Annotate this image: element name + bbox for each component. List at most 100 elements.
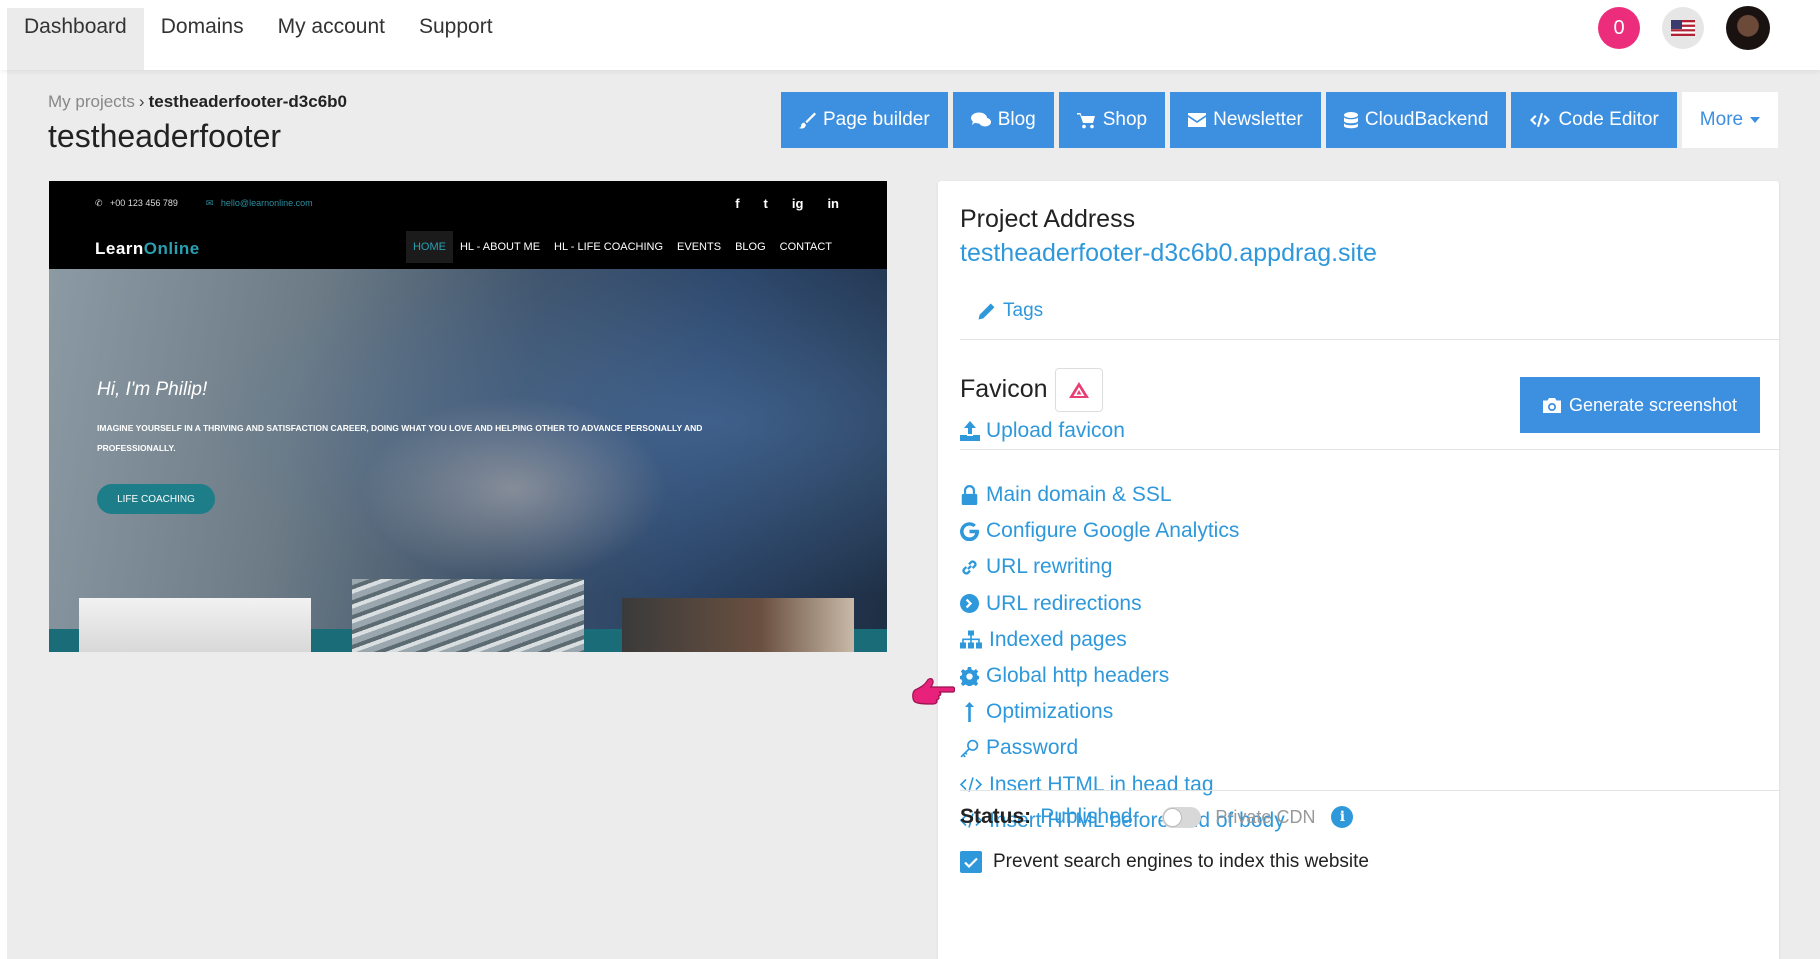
nav-tab-my-account[interactable]: My account — [261, 8, 402, 70]
prevent-indexing-checkbox[interactable] — [960, 851, 982, 873]
preview-menu-item: EVENTS — [677, 241, 722, 253]
favicon-preview — [1055, 368, 1103, 412]
database-icon — [1343, 111, 1358, 128]
info-icon[interactable]: i — [1331, 806, 1354, 828]
main-domain-ssl-link[interactable]: Main domain & SSL — [960, 477, 1285, 513]
preview-menu-item: HL - LIFE COACHING — [554, 241, 664, 253]
nav-tab-domains[interactable]: Domains — [144, 8, 261, 70]
password-link[interactable]: Password — [960, 730, 1285, 766]
project-toolbar: Page builder Blog Shop Newsletter CloudB… — [781, 92, 1779, 148]
page-builder-button[interactable]: Page builder — [781, 92, 948, 148]
instagram-icon: ig — [791, 196, 804, 211]
status-label: Status: — [960, 805, 1032, 828]
indexed-pages-link[interactable]: Indexed pages — [960, 622, 1285, 658]
preview-phone: ✆ +00 123 456 789 — [95, 198, 178, 208]
google-analytics-link[interactable]: Configure Google Analytics — [960, 513, 1285, 549]
camera-icon — [1542, 397, 1561, 413]
breadcrumb: My projects › testheaderfooter-d3c6b0 — [48, 92, 347, 112]
nav-tabs: Dashboard Domains My account Support — [7, 8, 510, 70]
preview-contact-bar: ✆ +00 123 456 789 ✉ hello@learnonline.co… — [95, 198, 313, 209]
preview-menu: HOME HL - ABOUT ME HL - LIFE COACHING EV… — [405, 231, 839, 263]
prevent-indexing-label: Prevent search engines to index this web… — [993, 851, 1369, 872]
optimizations-link[interactable]: Optimizations — [960, 694, 1285, 730]
nav-right: 0 — [1598, 6, 1770, 50]
gear-icon — [960, 666, 979, 686]
preview-social-icons: f t ig in — [735, 196, 839, 211]
divider — [960, 339, 1779, 340]
shop-button[interactable]: Shop — [1058, 92, 1166, 148]
status-row: Status: Published Private CDN i — [960, 805, 1354, 829]
url-redirections-link[interactable]: URL redirections — [960, 586, 1285, 622]
preview-hero-title: Hi, I'm Philip! — [97, 379, 208, 400]
more-dropdown-button[interactable]: More — [1681, 92, 1779, 148]
page-builder-label: Page builder — [823, 109, 930, 130]
url-rewriting-link[interactable]: URL rewriting — [960, 549, 1285, 585]
private-cdn-toggle[interactable] — [1162, 806, 1202, 828]
code-icon — [1530, 113, 1551, 127]
preview-thumbnail — [79, 598, 311, 652]
preview-thumbnail — [352, 579, 584, 652]
twitter-icon: t — [763, 196, 768, 211]
blog-button[interactable]: Blog — [952, 92, 1054, 148]
divider — [960, 790, 1779, 791]
newsletter-label: Newsletter — [1213, 109, 1303, 130]
cart-icon — [1076, 112, 1095, 128]
code-editor-button[interactable]: Code Editor — [1511, 92, 1677, 148]
cloudbackend-label: CloudBackend — [1364, 109, 1489, 130]
main-domain-ssl-label: Main domain & SSL — [986, 483, 1172, 507]
chevron-circle-right-icon — [960, 594, 979, 614]
settings-links: Main domain & SSL Configure Google Analy… — [960, 477, 1285, 839]
preview-logo: LearnOnline — [95, 239, 200, 258]
preview-hero-subtitle: IMAGINE YOURSELF IN A THRIVING AND SATIS… — [97, 423, 703, 453]
upload-favicon-link[interactable]: Upload favicon — [960, 419, 1125, 443]
insert-html-head-link[interactable]: Insert HTML in head tag — [960, 767, 1285, 803]
key-icon — [960, 739, 979, 758]
preview-thumbnail — [622, 598, 854, 652]
indexed-pages-label: Indexed pages — [989, 627, 1127, 651]
lock-icon — [961, 485, 978, 506]
page-title: testheaderfooter — [48, 118, 282, 154]
generate-screenshot-button[interactable]: Generate screenshot — [1520, 377, 1760, 433]
url-rewriting-label: URL rewriting — [986, 555, 1113, 579]
newsletter-button[interactable]: Newsletter — [1170, 92, 1321, 148]
language-selector[interactable] — [1662, 7, 1704, 49]
pointing-hand-icon — [912, 678, 955, 705]
generate-screenshot-label: Generate screenshot — [1568, 394, 1738, 415]
site-preview-screenshot: ✆ +00 123 456 789 ✉ hello@learnonline.co… — [49, 181, 887, 652]
us-flag-icon — [1671, 20, 1695, 36]
global-http-headers-link[interactable]: Global http headers — [960, 658, 1285, 694]
prevent-indexing-row: Prevent search engines to index this web… — [960, 851, 1369, 873]
long-arrow-up-icon — [965, 702, 974, 723]
blog-label: Blog — [997, 109, 1036, 130]
comments-icon — [970, 112, 991, 127]
breadcrumb-parent[interactable]: My projects — [48, 92, 135, 111]
breadcrumb-current: testheaderfooter-d3c6b0 — [148, 92, 347, 111]
insert-html-head-label: Insert HTML in head tag — [989, 772, 1214, 796]
divider — [960, 449, 1779, 450]
project-url-link[interactable]: testheaderfooter-d3c6b0.appdrag.site — [960, 239, 1377, 268]
nav-tab-dashboard[interactable]: Dashboard — [7, 8, 144, 70]
code-editor-label: Code Editor — [1558, 109, 1659, 130]
main-content: My projects › testheaderfooter-d3c6b0 test… — [7, 70, 1820, 959]
shop-label: Shop — [1102, 109, 1148, 130]
status-value-link[interactable]: Published — [1040, 805, 1132, 829]
notification-badge[interactable]: 0 — [1598, 7, 1640, 49]
optimizations-label: Optimizations — [986, 700, 1114, 724]
tags-button[interactable]: Tags — [978, 300, 1043, 322]
preview-header: ✆ +00 123 456 789 ✉ hello@learnonline.co… — [49, 181, 887, 269]
global-http-headers-label: Global http headers — [986, 664, 1170, 688]
top-navbar: Dashboard Domains My account Support 0 — [0, 0, 1820, 70]
sitemap-icon — [960, 630, 982, 649]
caret-down-icon — [1750, 117, 1761, 123]
preview-cta-button: LIFE COACHING — [97, 484, 215, 514]
google-icon — [960, 522, 979, 541]
google-analytics-label: Configure Google Analytics — [986, 519, 1240, 543]
upload-favicon-label: Upload favicon — [986, 419, 1125, 442]
cloudbackend-button[interactable]: CloudBackend — [1325, 92, 1507, 148]
linkedin-icon: in — [827, 196, 839, 211]
link-icon — [962, 560, 977, 575]
nav-tab-support[interactable]: Support — [402, 8, 510, 70]
user-avatar[interactable] — [1726, 6, 1770, 50]
more-label: More — [1699, 109, 1744, 130]
project-settings-panel: Project Address testheaderfooter-d3c6b0.… — [938, 181, 1779, 959]
